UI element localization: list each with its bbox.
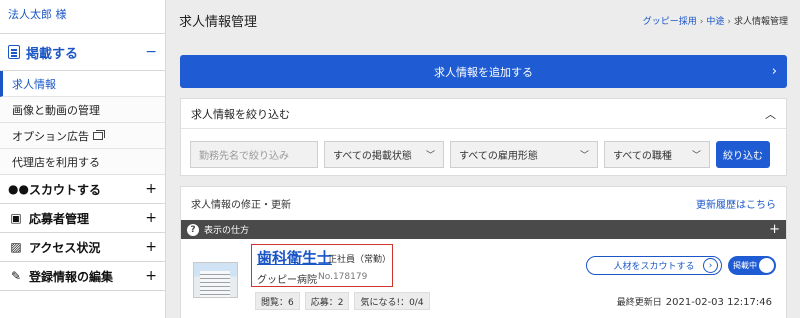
collapse-icon[interactable]: − bbox=[145, 44, 157, 60]
stats-row: 閲覧：6 応募：2 気になる!：0/4 bbox=[255, 292, 430, 310]
publish-toggle[interactable]: 掲載中 bbox=[728, 256, 776, 275]
employment-select[interactable]: すべての雇用形態 ﹀ bbox=[450, 141, 598, 168]
search-input[interactable]: 勤務先名で絞り込み bbox=[190, 141, 318, 168]
chevron-right-icon: › bbox=[771, 64, 777, 79]
topbar: 求人情報管理 グッピー採用 › 中途 › 求人情報管理 bbox=[167, 0, 800, 40]
sidebar-item-profile-edit[interactable]: ✎ 登録情報の編集 + bbox=[0, 262, 165, 291]
chevron-down-icon: ﹀ bbox=[691, 151, 701, 161]
sidebar-item-agency[interactable]: 代理店を利用する bbox=[0, 149, 165, 175]
sidebar-section-label: 掲載する bbox=[26, 46, 79, 62]
filter-row: 勤務先名で絞り込み すべての掲載状態 ﹀ すべての雇用形態 ﹀ すべての職種 ﹀ 絞り… bbox=[190, 141, 777, 168]
toggle-knob bbox=[759, 258, 774, 273]
main-content: 求人情報管理 グッピー採用 › 中途 › 求人情報管理 求人情報を追加する › 求人情報… bbox=[167, 0, 800, 318]
sidebar: 法人太郎 様 掲載する − 求人情報 画像と動画の管理 オプション広告 代理店を… bbox=[0, 0, 166, 318]
breadcrumb-current: 求人情報管理 bbox=[733, 16, 788, 27]
add-job-button[interactable]: 求人情報を追加する › bbox=[180, 55, 787, 88]
filter-panel: 求人情報を絞り込む ︿ 勤務先名で絞り込み すべての掲載状態 ﹀ すべての雇用形態… bbox=[180, 98, 787, 176]
chevron-right-icon: › bbox=[727, 16, 731, 27]
expand-icon[interactable]: + bbox=[145, 181, 157, 197]
job-list-panel: 求人情報の修正・更新 更新履歴はこちら ? 表示の仕方 + 歯科衛生士 正社員（… bbox=[180, 186, 787, 318]
chevron-up-icon[interactable]: ︿ bbox=[765, 106, 776, 122]
sidebar-section-post[interactable]: 掲載する − bbox=[0, 34, 165, 71]
status-select[interactable]: すべての掲載状態 ﹀ bbox=[324, 141, 444, 168]
document-icon bbox=[8, 45, 20, 59]
sidebar-item-media[interactable]: 画像と動画の管理 bbox=[0, 97, 165, 123]
job-number: No.178179 bbox=[318, 272, 368, 282]
howto-bar[interactable]: ? 表示の仕方 + bbox=[181, 220, 786, 239]
stat-views: 閲覧：6 bbox=[255, 292, 300, 310]
expand-icon[interactable]: + bbox=[145, 268, 157, 284]
list-header: 求人情報の修正・更新 更新履歴はこちら bbox=[181, 187, 786, 220]
image-icon: ▨ bbox=[10, 240, 22, 254]
sidebar-item-job-info[interactable]: 求人情報 bbox=[0, 71, 165, 97]
scout-button[interactable]: 人材をスカウトする › bbox=[586, 256, 722, 275]
sidebar-item-scout[interactable]: ●● スカウトする + bbox=[0, 175, 165, 204]
occupation-select[interactable]: すべての職種 ﹀ bbox=[604, 141, 710, 168]
stat-applications: 応募：2 bbox=[304, 292, 350, 310]
history-link[interactable]: 更新履歴はこちら bbox=[696, 196, 776, 211]
filter-submit-button[interactable]: 絞り込む bbox=[716, 141, 770, 168]
sidebar-item-applicants[interactable]: ▣ 応募者管理 + bbox=[0, 204, 165, 233]
external-window-icon bbox=[93, 129, 105, 140]
breadcrumb-link[interactable]: 中途 bbox=[706, 17, 724, 27]
breadcrumb-link[interactable]: グッピー採用 bbox=[643, 17, 697, 27]
employment-type: 正社員（常勤） bbox=[328, 255, 392, 265]
chevron-down-icon: ﹀ bbox=[579, 151, 589, 161]
sidebar-item-option-ads[interactable]: オプション広告 bbox=[0, 123, 165, 149]
pencil-icon: ✎ bbox=[10, 269, 22, 283]
chevron-right-icon: › bbox=[703, 258, 718, 273]
breadcrumb: グッピー採用 › 中途 › 求人情報管理 bbox=[643, 14, 788, 27]
plus-icon[interactable]: + bbox=[769, 222, 780, 237]
page-title: 求人情報管理 bbox=[179, 14, 258, 30]
expand-icon[interactable]: + bbox=[145, 239, 157, 255]
sidebar-item-access[interactable]: ▨ アクセス状況 + bbox=[0, 233, 165, 262]
stat-favorites: 気になる!：0/4 bbox=[354, 292, 430, 310]
binoculars-icon: ●● bbox=[8, 182, 29, 196]
applicant-icon: ▣ bbox=[10, 211, 22, 225]
filter-header[interactable]: 求人情報を絞り込む ︿ bbox=[181, 99, 786, 129]
user-name[interactable]: 法人太郎 様 bbox=[0, 0, 165, 34]
question-icon: ? bbox=[187, 223, 199, 236]
job-title-link[interactable]: 歯科衛生士 bbox=[257, 247, 332, 268]
filter-title: 求人情報を絞り込む bbox=[191, 107, 290, 121]
hospital-name: グッピー病院 bbox=[257, 275, 317, 286]
expand-icon[interactable]: + bbox=[145, 210, 157, 226]
chevron-right-icon: › bbox=[699, 16, 704, 27]
last-updated: 最終更新日 2021-02-03 12:17:46 bbox=[616, 297, 772, 308]
chevron-down-icon: ﹀ bbox=[425, 151, 435, 161]
list-title: 求人情報の修正・更新 bbox=[191, 200, 291, 211]
hospital-thumbnail[interactable] bbox=[193, 262, 238, 298]
